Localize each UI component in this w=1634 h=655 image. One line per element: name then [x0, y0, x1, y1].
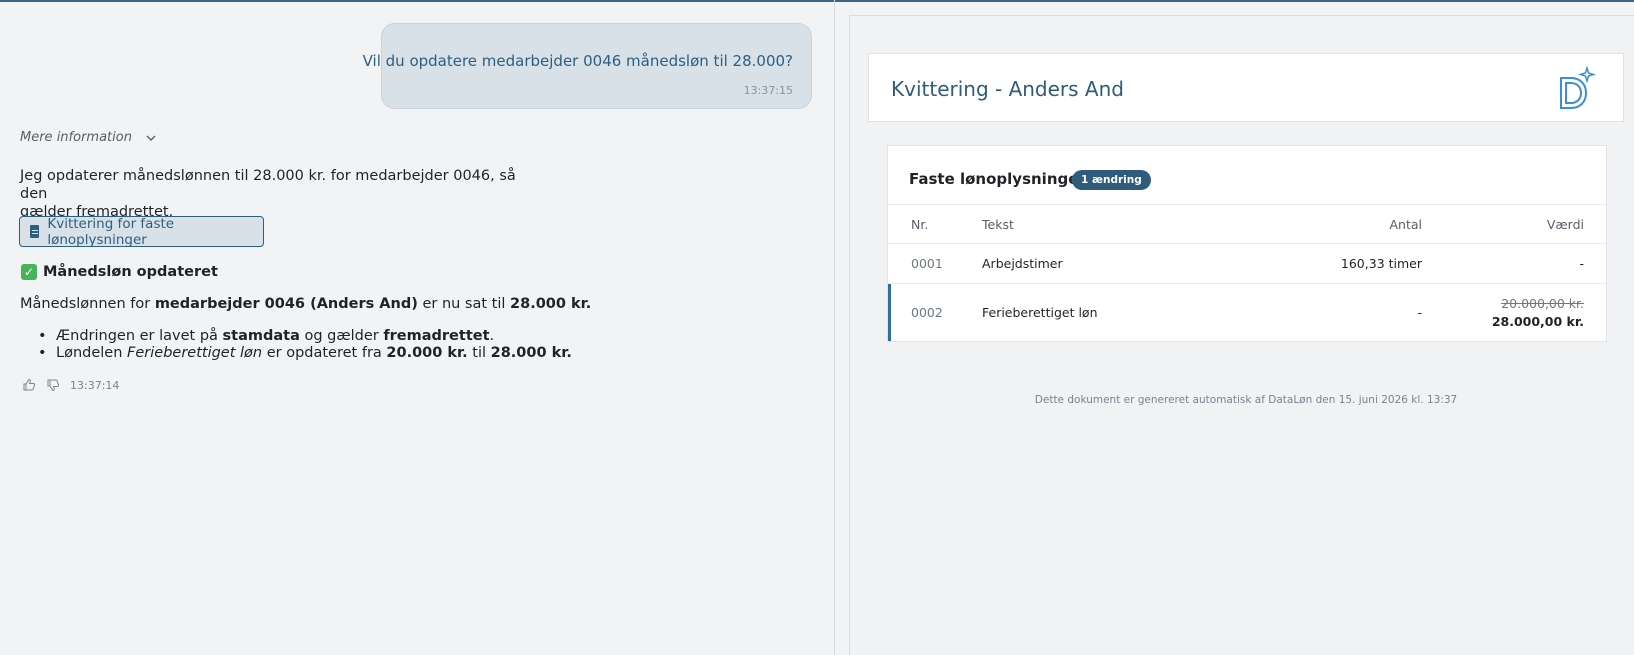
document-icon [30, 225, 40, 238]
change-count-badge: 1 ændring [1072, 170, 1151, 190]
bullet2-text3: til [467, 345, 491, 361]
assistant-answer: Jeg opdaterer månedslønnen til 28.000 kr… [20, 167, 540, 221]
checkmark-icon: ✓ [21, 264, 37, 280]
row-tekst: Arbejdstimer [982, 256, 1063, 271]
thumbs-down-icon[interactable] [46, 378, 60, 392]
summary-mid: er nu sat til [417, 296, 511, 312]
bullet-list: Ændringen er lavet på stamdata og gælder… [36, 328, 572, 362]
receipt-header: Kvittering - Anders And [868, 53, 1624, 122]
row-vaerdi: 20.000,00 kr. 28.000,00 kr. [1492, 296, 1584, 329]
datalon-logo-icon [1560, 66, 1597, 109]
more-info-toggle[interactable]: Mere information [20, 130, 156, 145]
bullet1-stamdata: stamdata [222, 328, 300, 344]
list-item: Ændringen er lavet på stamdata og gælder… [36, 328, 572, 345]
summary-prefix: Månedslønnen for [20, 296, 155, 312]
user-message-bubble: Vil du opdatere medarbejder 0046 månedsl… [363, 23, 812, 109]
status-heading: ✓ Månedsløn opdateret [21, 264, 218, 280]
column-header-vaerdi: Værdi [1546, 217, 1584, 232]
table-row: 0001 Arbejdstimer 160,33 timer - [888, 244, 1606, 284]
row-antal: - [1417, 305, 1422, 320]
column-header-tekst: Tekst [982, 217, 1014, 232]
row-nr: 0001 [911, 256, 943, 271]
thumbs-up-icon[interactable] [22, 378, 36, 392]
fixed-wage-card: Faste lønoplysninger 1 ændring Nr. Tekst… [887, 145, 1607, 342]
pane-divider[interactable] [834, 0, 835, 655]
receipt-button-label: Kvittering for faste lønoplysninger [47, 215, 175, 248]
bullet1-fremadrettet: fremadrettet [383, 328, 490, 344]
list-item: Løndelen Ferieberettiget løn er opdatere… [36, 345, 572, 362]
column-header-nr: Nr. [911, 217, 929, 232]
user-message-time: 13:37:15 [743, 84, 793, 97]
table-row-changed: 0002 Ferieberettiget løn - 20.000,00 kr.… [888, 284, 1606, 341]
bullet2-wage-component: Ferieberettiget løn [127, 345, 263, 361]
chevron-down-icon [146, 135, 156, 141]
old-value: 20.000,00 kr. [1501, 296, 1584, 311]
summary-amount: 28.000 kr. [510, 296, 592, 312]
receipt-button[interactable]: Kvittering for faste lønoplysninger [19, 215, 264, 248]
summary-employee: medarbejder 0046 (Anders And) [154, 296, 418, 312]
chat-pane: Vil du opdatere medarbejder 0046 månedsl… [0, 2, 835, 655]
more-info-label: Mere information [20, 130, 132, 145]
answer-time: 13:37:14 [70, 378, 120, 392]
bullet2-text: Løndelen [56, 345, 128, 361]
generated-note: Dette dokument er genereret automatisk a… [1034, 394, 1458, 406]
bullet1-text: Ændringen er lavet på [56, 328, 223, 344]
bullet2-old-amount: 20.000 kr. [386, 345, 468, 361]
row-tekst: Ferieberettiget løn [982, 305, 1098, 320]
section-title: Faste lønoplysninger [909, 170, 1086, 188]
answer-line-1: Jeg opdaterer månedslønnen til 28.000 kr… [20, 168, 516, 202]
summary-text: Månedslønnen for medarbejder 0046 (Ander… [20, 296, 591, 312]
new-value: 28.000,00 kr. [1491, 314, 1584, 329]
bullet2-text2: er opdateret fra [262, 345, 387, 361]
receipt-title: Kvittering - Anders And [891, 77, 1124, 101]
bullet1-text2: og gælder [299, 328, 384, 344]
status-title: Månedsløn opdateret [43, 264, 218, 280]
bullet1-end: . [489, 328, 495, 344]
feedback-bar: 13:37:14 [22, 378, 119, 392]
bullet2-new-amount: 28.000 kr. [490, 345, 572, 361]
row-vaerdi: - [1579, 256, 1584, 271]
row-antal: 160,33 timer [1340, 256, 1422, 271]
user-message-text: Vil du opdatere medarbejder 0046 månedsl… [362, 52, 793, 70]
column-header-antal: Antal [1389, 217, 1422, 232]
table-header: Nr. Tekst Antal Værdi [888, 204, 1606, 244]
row-nr: 0002 [911, 305, 943, 320]
